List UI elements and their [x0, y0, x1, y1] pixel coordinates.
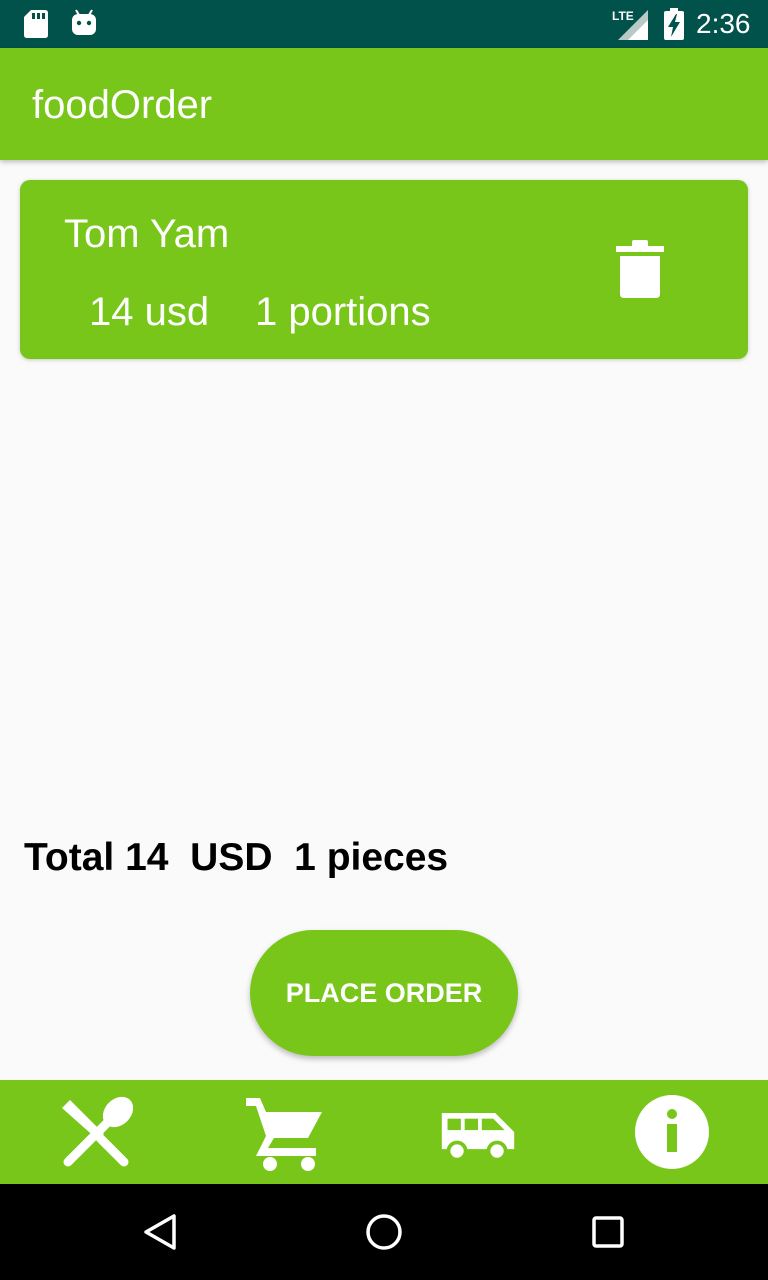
status-time: 2:36 [696, 8, 751, 39]
lte-signal-icon: LTE [612, 9, 648, 40]
delivery-van-icon[interactable] [438, 1092, 518, 1172]
trash-icon[interactable] [616, 238, 672, 302]
recents-icon[interactable] [588, 1212, 628, 1252]
cart-item-price: 14 usd [89, 290, 210, 334]
status-bar: LTE 2:36 [0, 0, 768, 48]
info-icon[interactable] [632, 1092, 712, 1172]
cart-item-name: Tom Yam [64, 212, 230, 256]
battery-charging-icon [664, 8, 684, 40]
system-navigation-bar [0, 1184, 768, 1280]
restaurant-icon[interactable] [56, 1092, 136, 1172]
home-icon[interactable] [364, 1212, 404, 1252]
app-title: foodOrder [32, 83, 213, 127]
sd-card-icon [24, 10, 48, 38]
bottom-navigation [0, 1080, 768, 1184]
cart-item-card: Tom Yam 14 usd 1 portions [20, 180, 748, 359]
android-icon [72, 9, 96, 35]
place-order-button[interactable]: PLACE ORDER [250, 930, 518, 1056]
cart-icon[interactable] [244, 1092, 324, 1172]
back-icon[interactable] [140, 1212, 180, 1252]
cart-item-portions: 1 portions [255, 290, 431, 334]
svg-text:LTE: LTE [612, 9, 634, 23]
app-bar: foodOrder [0, 48, 768, 160]
order-total: Total 14 USD 1 pieces [24, 836, 449, 879]
